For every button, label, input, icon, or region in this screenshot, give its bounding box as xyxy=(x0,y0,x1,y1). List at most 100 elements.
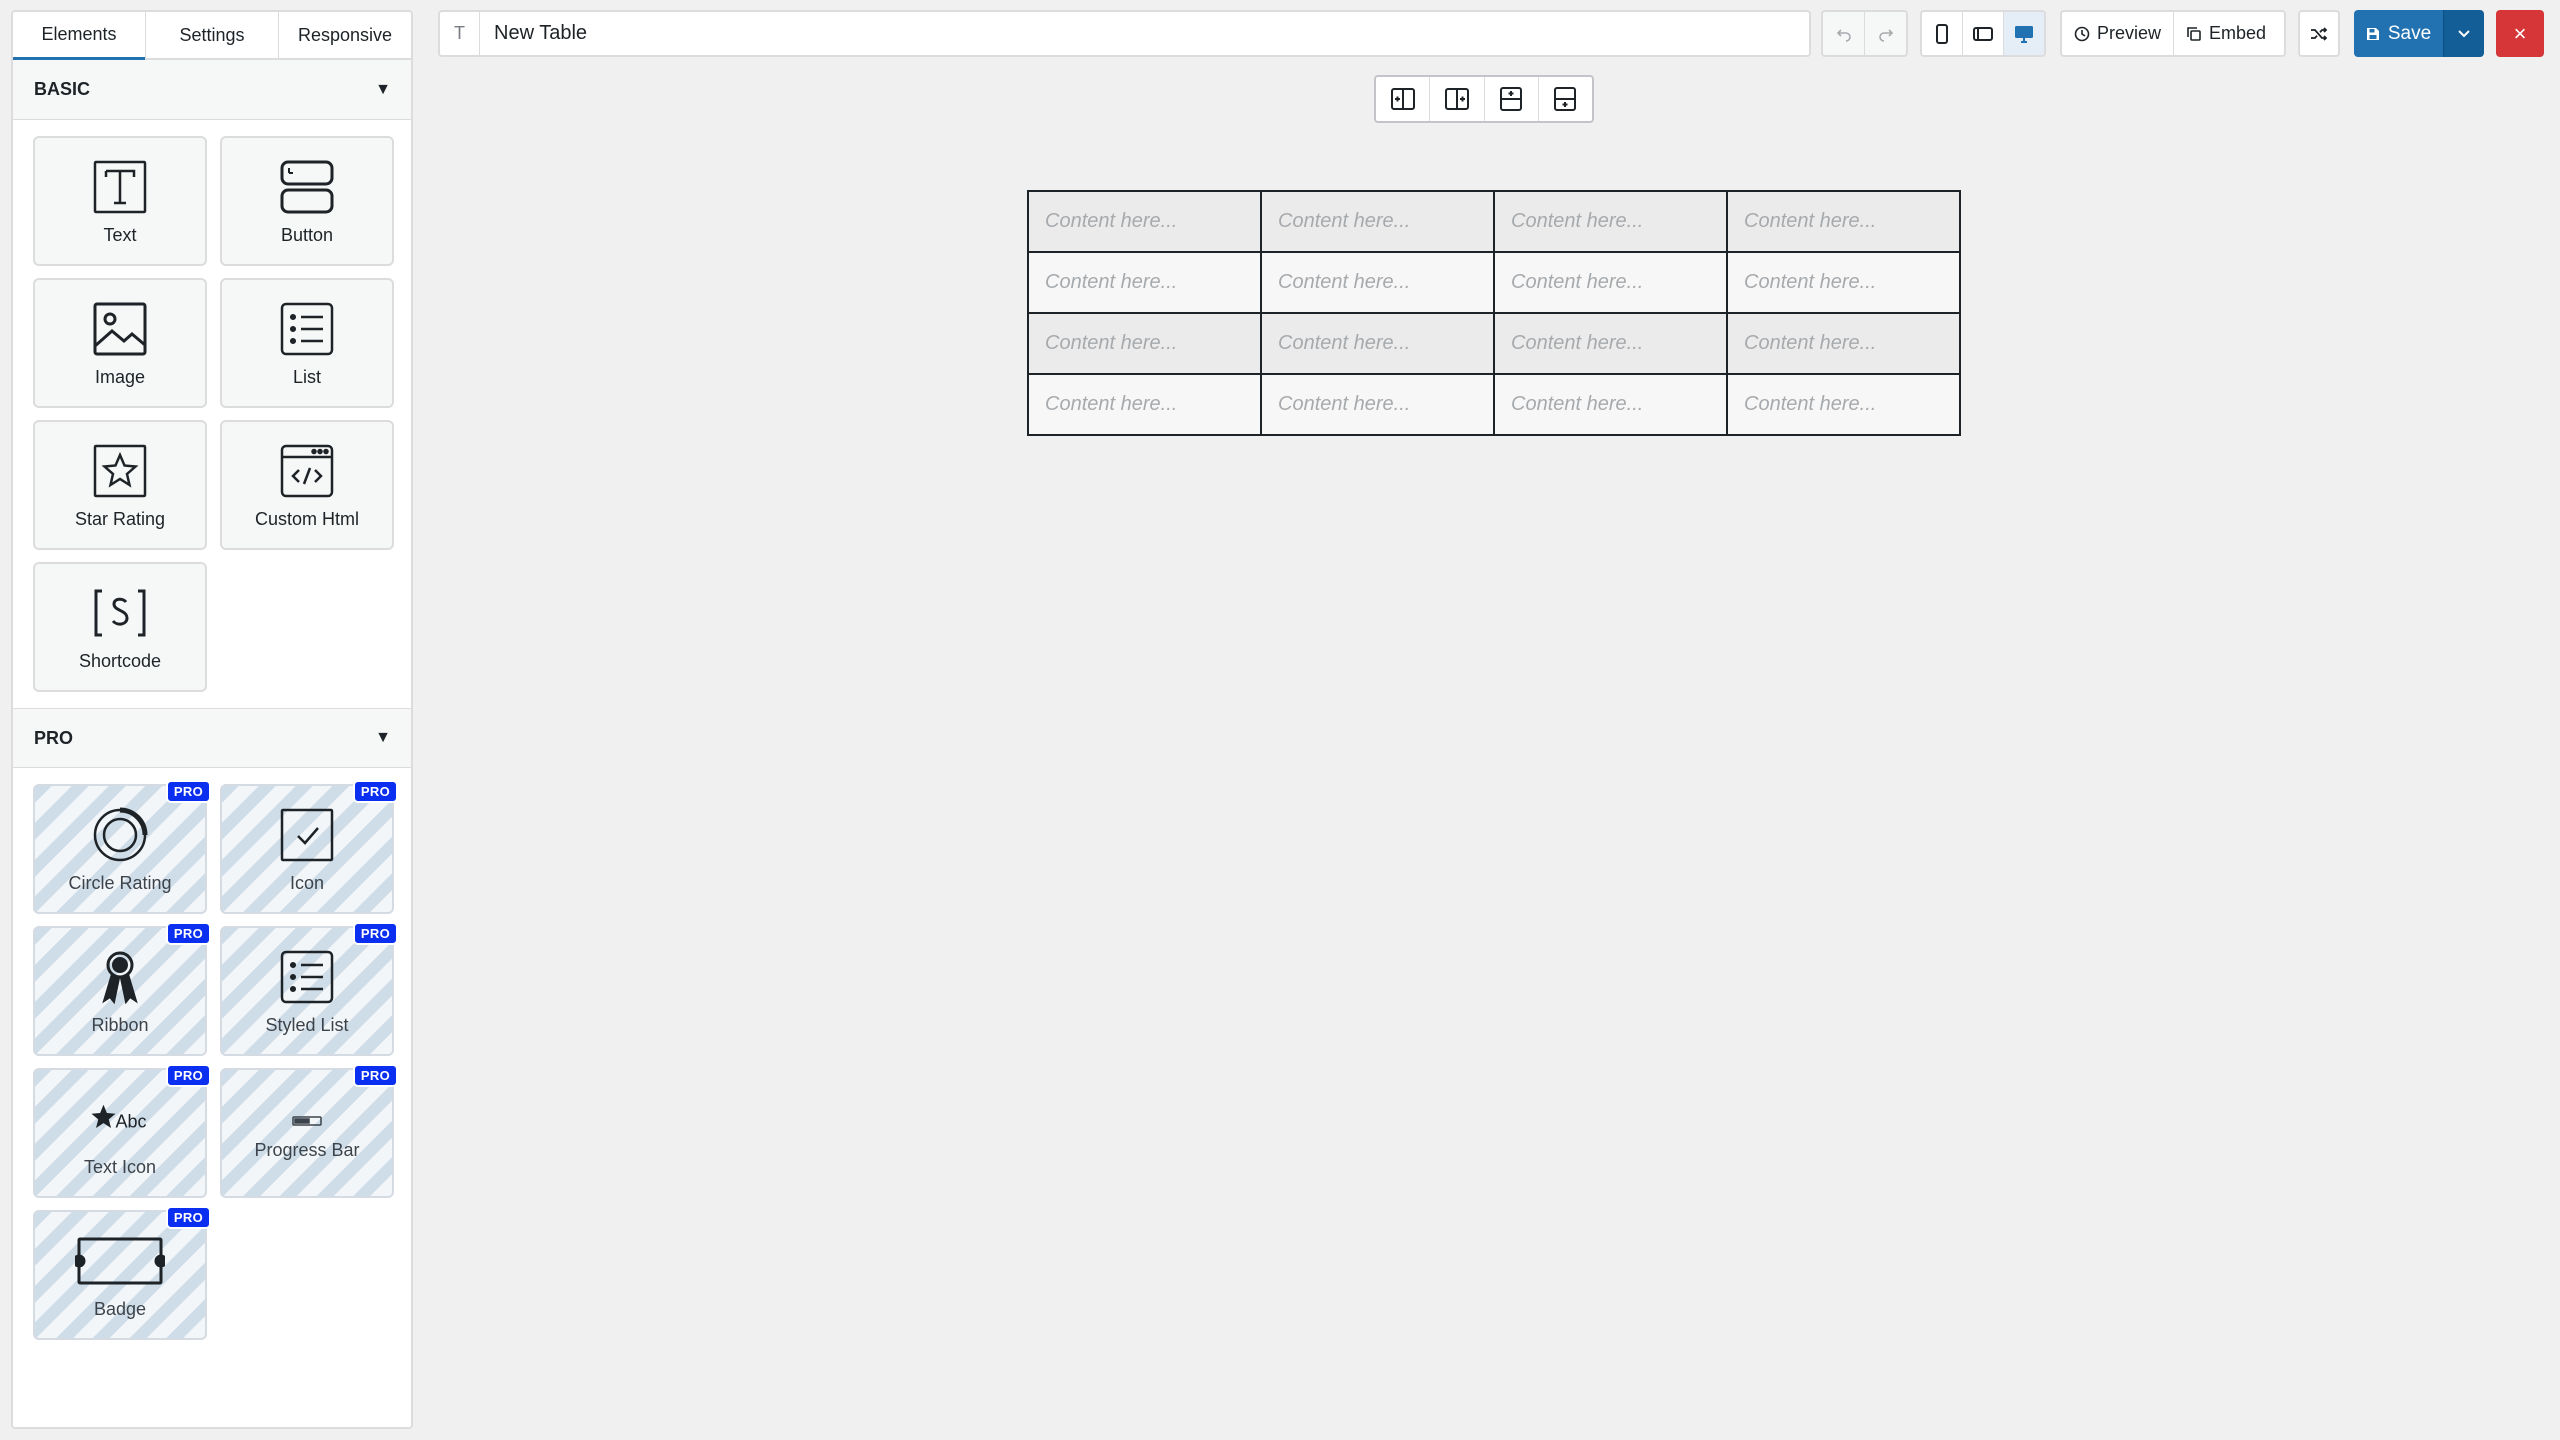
basic-elements-grid: Text Button Image List Star Rating Custo… xyxy=(13,120,411,708)
table-cell[interactable]: Content here... xyxy=(1260,190,1495,253)
checkmark-icon xyxy=(277,805,337,865)
element-shortcode[interactable]: Shortcode xyxy=(33,562,207,692)
mobile-icon xyxy=(1936,23,1948,44)
save-button-group: Save xyxy=(2354,10,2484,57)
basic-section-header[interactable]: BASIC ▼ xyxy=(13,60,411,120)
caret-down-icon: ▼ xyxy=(375,80,391,98)
table-cell[interactable]: Content here... xyxy=(1493,312,1728,375)
table-title-bar: T xyxy=(438,10,1811,57)
table-cell[interactable]: Content here... xyxy=(1726,251,1961,314)
preview-label: Preview xyxy=(2097,23,2162,43)
element-button[interactable]: Button xyxy=(220,136,394,266)
add-column-right-button[interactable] xyxy=(1429,77,1483,121)
pro-section-header[interactable]: PRO ▼ xyxy=(13,708,411,768)
insert-column-right-icon xyxy=(1444,88,1469,110)
element-label: List xyxy=(292,366,321,387)
element-label: Badge xyxy=(93,1298,147,1319)
basic-section-title: BASIC xyxy=(34,79,91,99)
mobile-view-button[interactable] xyxy=(1922,12,1962,55)
table-row: Content here... Content here... Content … xyxy=(1027,190,1961,253)
element-styled-list[interactable]: PRO Styled List xyxy=(220,922,398,1056)
element-label: Styled List xyxy=(265,1014,349,1035)
undo-button[interactable] xyxy=(1823,12,1864,55)
pro-badge: PRO xyxy=(165,922,211,945)
add-column-left-button[interactable] xyxy=(1376,77,1429,121)
insert-row-above-icon xyxy=(1500,87,1523,111)
table-cell[interactable]: Content here... xyxy=(1027,312,1262,375)
element-label: Icon xyxy=(289,872,325,893)
text-icon-icon: Abc xyxy=(90,1089,150,1149)
insert-row-below-icon xyxy=(1554,87,1577,111)
badge-icon xyxy=(75,1231,165,1291)
table-cell[interactable]: Content here... xyxy=(1260,373,1495,436)
table-cell[interactable]: Content here... xyxy=(1260,312,1495,375)
add-row-below-button[interactable] xyxy=(1537,77,1592,121)
add-row-above-button[interactable] xyxy=(1483,77,1538,121)
element-circle-rating[interactable]: PRO Circle Rating xyxy=(33,780,211,914)
tab-responsive[interactable]: Responsive xyxy=(278,12,411,58)
pro-badge: PRO xyxy=(352,780,398,803)
floppy-disk-icon xyxy=(2366,27,2379,40)
embed-button[interactable]: Embed xyxy=(2173,12,2278,55)
pro-section-title: PRO xyxy=(34,727,74,748)
comparison-table: Content here... Content here... Content … xyxy=(1027,190,1961,436)
element-label: Text xyxy=(103,224,137,245)
table-cell[interactable]: Content here... xyxy=(1726,190,1961,253)
table-cell[interactable]: Content here... xyxy=(1027,190,1262,253)
table-cell[interactable]: Content here... xyxy=(1493,190,1728,253)
save-button[interactable]: Save xyxy=(2354,10,2443,57)
element-badge[interactable]: PRO Badge xyxy=(33,1206,211,1340)
tab-settings[interactable]: Settings xyxy=(145,12,278,58)
pro-badge: PRO xyxy=(165,1064,211,1087)
caret-down-icon: ▼ xyxy=(375,729,391,746)
element-list[interactable]: List xyxy=(220,278,394,408)
text-icon xyxy=(90,157,150,217)
pro-badge: PRO xyxy=(352,922,398,945)
element-custom-html[interactable]: Custom Html xyxy=(220,420,394,550)
tab-elements[interactable]: Elements xyxy=(13,12,145,60)
table-cell[interactable]: Content here... xyxy=(1027,251,1262,314)
element-label: Button xyxy=(280,224,334,245)
code-icon xyxy=(277,441,337,501)
close-button[interactable]: × xyxy=(2496,10,2544,57)
pro-badge: PRO xyxy=(352,1064,398,1087)
element-text-icon[interactable]: PRO Abc Text Icon xyxy=(33,1064,211,1198)
redo-icon xyxy=(1878,28,1893,42)
element-icon[interactable]: PRO Icon xyxy=(220,780,398,914)
save-options-dropdown[interactable] xyxy=(2443,10,2484,57)
insert-column-left-icon xyxy=(1390,88,1415,110)
history-buttons xyxy=(1821,10,1908,57)
elements-sidebar: Elements Settings Responsive BASIC ▼ Tex… xyxy=(11,10,413,1429)
ribbon-icon xyxy=(90,947,150,1007)
element-label: Ribbon xyxy=(91,1014,149,1035)
desktop-view-button[interactable] xyxy=(2003,12,2044,55)
table-cell[interactable]: Content here... xyxy=(1493,373,1728,436)
table-cell[interactable]: Content here... xyxy=(1493,251,1728,314)
element-label: Shortcode xyxy=(78,650,162,671)
element-star-rating[interactable]: Star Rating xyxy=(33,420,207,550)
sidebar-tabs: Elements Settings Responsive xyxy=(13,12,411,60)
table-cell[interactable]: Content here... xyxy=(1260,251,1495,314)
element-progress-bar[interactable]: PRO Progress Bar xyxy=(220,1064,398,1198)
shuffle-icon xyxy=(2311,26,2328,41)
progress-bar-icon xyxy=(277,1106,337,1136)
tablet-view-button[interactable] xyxy=(1962,12,2003,55)
element-ribbon[interactable]: PRO Ribbon xyxy=(33,922,211,1056)
shuffle-button[interactable] xyxy=(2300,12,2338,55)
chevron-down-icon xyxy=(2458,29,2470,37)
element-text[interactable]: Text xyxy=(33,136,207,266)
table-cell[interactable]: Content here... xyxy=(1027,373,1262,436)
undo-icon xyxy=(1836,28,1851,42)
star-icon xyxy=(90,441,150,501)
copy-icon xyxy=(2187,26,2201,41)
table-cell[interactable]: Content here... xyxy=(1726,312,1961,375)
preview-icon xyxy=(2074,26,2090,41)
table-title-input[interactable] xyxy=(480,12,1809,55)
table-cell[interactable]: Content here... xyxy=(1726,373,1961,436)
redo-button[interactable] xyxy=(1864,12,1906,55)
table-structure-tools xyxy=(1374,75,1594,123)
table-row: Content here... Content here... Content … xyxy=(1027,251,1961,314)
element-image[interactable]: Image xyxy=(33,278,207,408)
preview-button[interactable]: Preview xyxy=(2062,12,2173,55)
type-icon: T xyxy=(440,12,480,55)
